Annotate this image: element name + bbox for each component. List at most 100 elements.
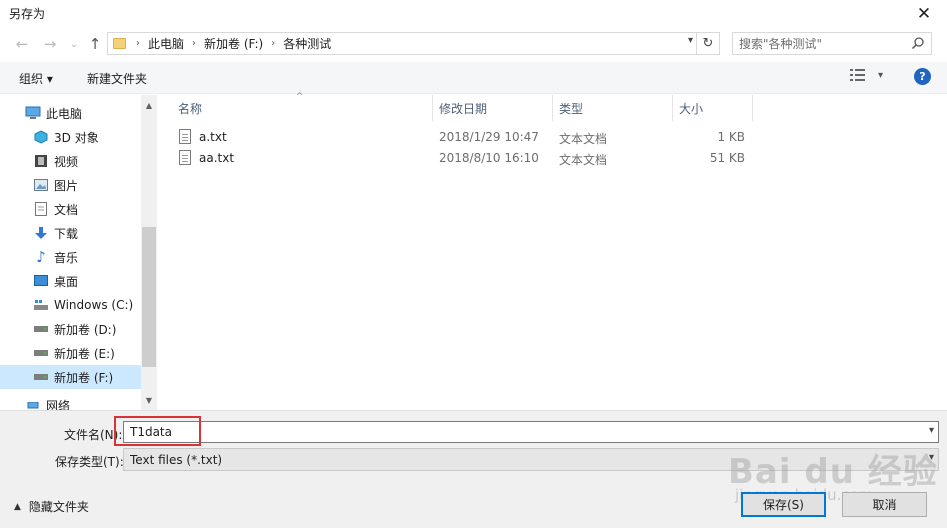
chevron-up-icon: ▲ [14, 501, 21, 512]
search-placeholder: 搜索"各种测试" [739, 37, 823, 51]
chevron-right-icon[interactable]: › [136, 38, 140, 49]
sidebar-item-label: 3D 对象 [54, 130, 99, 145]
text-file-icon [179, 129, 191, 144]
file-row[interactable]: a.txt 2018/1/29 10:47 文本文档 1 KB [158, 127, 947, 148]
chevron-right-icon[interactable]: › [192, 38, 196, 49]
cube-icon [33, 129, 49, 145]
filetype-value: Text files (*.txt) [130, 452, 223, 467]
folder-icon [113, 38, 126, 49]
up-arrow-icon[interactable]: ↑ [85, 34, 105, 54]
sidebar-item-label: 视频 [54, 154, 79, 169]
drive-icon [33, 369, 49, 385]
breadcrumb-item-drive-f[interactable]: 新加卷 (F:) [204, 35, 263, 52]
desktop-icon [33, 273, 49, 289]
breadcrumb-item-current[interactable]: 各种测试 [283, 35, 331, 52]
file-row[interactable]: aa.txt 2018/8/10 16:10 文本文档 51 KB [158, 148, 947, 169]
documents-icon [33, 201, 49, 217]
cancel-button[interactable]: 取消 [842, 492, 927, 517]
file-modified: 2018/8/10 16:10 [439, 151, 539, 165]
details-view-icon [850, 69, 865, 81]
sidebar-item-label: 下载 [54, 226, 79, 241]
navigation-pane: 此电脑 3D 对象 视频 图片 文档 下载 ♪ 音乐 桌面 Windows (C… [0, 95, 157, 410]
sidebar-item-label: 网络 [46, 399, 71, 410]
sidebar-item-music[interactable]: ♪ 音乐 [0, 245, 141, 269]
search-icon[interactable] [911, 36, 925, 50]
forward-arrow-icon[interactable]: → [40, 34, 60, 54]
sidebar-item-label: 新加卷 (E:) [54, 346, 115, 361]
refresh-icon[interactable]: ↻ [696, 33, 719, 54]
scroll-up-icon[interactable]: ▲ [141, 97, 157, 113]
sidebar-item-drive-c[interactable]: Windows (C:) [0, 293, 141, 317]
file-size: 51 KB [709, 151, 745, 165]
file-type: 文本文档 [559, 132, 608, 146]
view-options-button[interactable]: ▾ [850, 69, 883, 81]
sidebar-item-label: 新加卷 (F:) [54, 370, 114, 385]
windows-drive-icon [33, 297, 49, 313]
music-icon: ♪ [36, 248, 46, 266]
drive-icon [33, 321, 49, 337]
chevron-right-icon[interactable]: › [271, 38, 275, 49]
file-name: a.txt [199, 130, 227, 144]
recent-locations-icon[interactable]: ⌄ [64, 34, 84, 54]
computer-icon [25, 105, 41, 121]
help-icon[interactable]: ? [914, 68, 931, 85]
file-modified: 2018/1/29 10:47 [439, 130, 539, 144]
close-icon[interactable]: ✕ [901, 0, 947, 28]
sidebar-item-label: 此电脑 [46, 106, 83, 121]
download-icon [33, 225, 49, 241]
sidebar-item-label: 图片 [54, 178, 79, 193]
pictures-icon [33, 177, 49, 193]
file-name: aa.txt [199, 151, 235, 165]
sidebar-item-drive-f[interactable]: 新加卷 (F:) [0, 365, 141, 389]
address-bar[interactable]: › 此电脑 › 新加卷 (F:) › 各种测试 ▾ ↻ [107, 32, 720, 55]
sidebar-item-network[interactable]: 网络 [0, 397, 141, 410]
hide-folders-label: 隐藏文件夹 [28, 500, 89, 514]
sidebar-item-label: 新加卷 (D:) [54, 322, 117, 337]
chevron-down-icon[interactable]: ▾ [878, 70, 883, 81]
sidebar-item-documents[interactable]: 文档 [0, 197, 141, 221]
column-header-type[interactable]: 类型 [553, 95, 673, 121]
scroll-down-icon[interactable]: ▼ [141, 392, 157, 408]
back-arrow-icon[interactable]: ← [12, 34, 32, 54]
scrollbar-thumb[interactable] [142, 227, 156, 367]
command-bar: 组织 ▾ 新建文件夹 ▾ ? [0, 62, 947, 94]
save-button[interactable]: 保存(S) [741, 492, 826, 517]
filename-label: 文件名(N): [64, 428, 123, 442]
sidebar-item-label: 桌面 [54, 274, 79, 289]
organize-button[interactable]: 组织 ▾ [19, 70, 53, 87]
new-folder-button[interactable]: 新建文件夹 [87, 70, 147, 87]
chevron-down-icon[interactable]: ▾ [929, 425, 934, 436]
hide-folders-toggle[interactable]: ▲ 隐藏文件夹 [14, 498, 89, 515]
network-icon [25, 399, 41, 410]
sidebar-item-label: Windows (C:) [54, 298, 134, 312]
column-header-name[interactable]: 名称 [172, 95, 433, 121]
breadcrumb-item-this-pc[interactable]: 此电脑 [148, 35, 184, 52]
window-title: 另存为 [9, 7, 46, 21]
file-list: ^ 名称 修改日期 类型 大小 a.txt 2018/1/29 10:47 文本… [158, 92, 947, 410]
sidebar-item-downloads[interactable]: 下载 [0, 221, 141, 245]
sidebar-item-3d-objects[interactable]: 3D 对象 [0, 125, 141, 149]
column-header-size[interactable]: 大小 [673, 95, 753, 121]
drive-icon [33, 345, 49, 361]
search-input[interactable]: 搜索"各种测试" [732, 32, 932, 55]
filetype-label: 保存类型(T): [55, 455, 124, 469]
column-header-modified[interactable]: 修改日期 [433, 95, 553, 121]
sidebar-item-drive-e[interactable]: 新加卷 (E:) [0, 341, 141, 365]
video-icon [33, 153, 49, 169]
filename-value: T1data [130, 425, 172, 439]
sidebar-item-label: 音乐 [54, 250, 79, 265]
sidebar-item-desktop[interactable]: 桌面 [0, 269, 141, 293]
chevron-down-icon[interactable]: ▾ [688, 35, 693, 46]
breadcrumb: › 此电脑 › 新加卷 (F:) › 各种测试 [136, 35, 331, 52]
title-bar: 另存为 ✕ [0, 0, 947, 28]
file-size: 1 KB [717, 130, 745, 144]
filename-input[interactable]: T1data ▾ [123, 421, 939, 443]
sidebar-item-label: 文档 [54, 202, 79, 217]
sidebar-item-this-pc[interactable]: 此电脑 [0, 101, 141, 125]
sidebar-item-videos[interactable]: 视频 [0, 149, 141, 173]
file-type: 文本文档 [559, 153, 608, 167]
sidebar-item-pictures[interactable]: 图片 [0, 173, 141, 197]
navigation-scrollbar[interactable]: ▲ ▼ [141, 95, 157, 410]
sidebar-item-drive-d[interactable]: 新加卷 (D:) [0, 317, 141, 341]
navigation-bar: ← → ⌄ ↑ › 此电脑 › 新加卷 (F:) › 各种测试 ▾ ↻ 搜索"各… [0, 28, 947, 60]
